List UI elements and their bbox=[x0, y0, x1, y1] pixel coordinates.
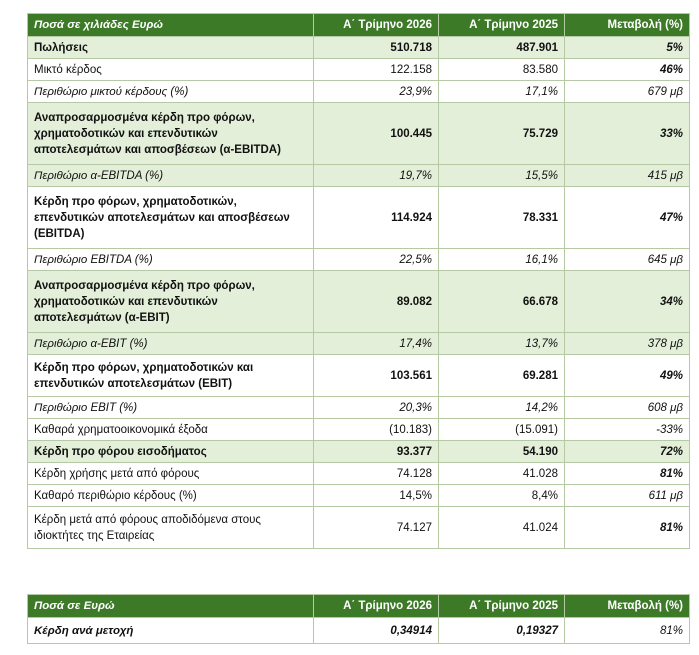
value-q1-2026: 19,7% bbox=[313, 164, 439, 187]
value-q1-2026: 23,9% bbox=[313, 80, 439, 103]
value-change: 46% bbox=[564, 58, 690, 81]
table-row: Περιθώριο EBIT (%) 20,3% 14,2% 608 μβ bbox=[27, 396, 690, 419]
row-label: Κέρδη μετά από φόρους αποδιδόμενα στους … bbox=[27, 506, 314, 549]
table-row: Καθαρά χρηματοοικονομικά έξοδα (10.183) (1… bbox=[27, 418, 690, 441]
value-change: 679 μβ bbox=[564, 80, 690, 103]
value-change: 81% bbox=[564, 506, 690, 549]
row-label: Κέρδη ανά μετοχή bbox=[27, 617, 314, 644]
value-q1-2026: 74.127 bbox=[313, 506, 439, 549]
header-q1-2026: Α΄ Τρίμηνο 2026 bbox=[313, 594, 439, 618]
value-q1-2026: 510.718 bbox=[313, 36, 439, 59]
table-row: Περιθώριο α-EBIT (%) 17,4% 13,7% 378 μβ bbox=[27, 332, 690, 355]
value-change: 608 μβ bbox=[564, 396, 690, 419]
table-row: Αναπροσαρμοσμένα κέρδη προ φόρων, χρηματ… bbox=[27, 270, 690, 333]
value-q1-2026: 89.082 bbox=[313, 270, 439, 333]
row-label: Κέρδη προ φόρων, χρηματοδοτικών, επενδυτ… bbox=[27, 186, 314, 249]
value-change: 645 μβ bbox=[564, 248, 690, 271]
value-q1-2025: 41.028 bbox=[438, 462, 565, 485]
row-label: Μικτό κέρδος bbox=[27, 58, 314, 81]
row-label: Κέρδη προ φόρου εισοδήματος bbox=[27, 440, 314, 463]
value-q1-2025: 13,7% bbox=[438, 332, 565, 355]
value-q1-2026: 22,5% bbox=[313, 248, 439, 271]
value-q1-2026: 74.128 bbox=[313, 462, 439, 485]
table-row: Κέρδη ανά μετοχή 0,34914 0,19327 81% bbox=[27, 617, 690, 644]
table-row: Μικτό κέρδος 122.158 83.580 46% bbox=[27, 58, 690, 81]
value-q1-2026: (10.183) bbox=[313, 418, 439, 441]
value-q1-2026: 20,3% bbox=[313, 396, 439, 419]
value-change: 5% bbox=[564, 36, 690, 59]
table-row: Κέρδη προ φόρου εισοδήματος 93.377 54.190 7… bbox=[27, 440, 690, 463]
value-change: 611 μβ bbox=[564, 484, 690, 507]
value-q1-2025: 0,19327 bbox=[438, 617, 565, 644]
value-q1-2025: 8,4% bbox=[438, 484, 565, 507]
value-q1-2026: 14,5% bbox=[313, 484, 439, 507]
value-q1-2025: 41.024 bbox=[438, 506, 565, 549]
header-q1-2025: Α΄ Τρίμηνο 2025 bbox=[438, 13, 565, 37]
value-q1-2026: 0,34914 bbox=[313, 617, 439, 644]
value-q1-2026: 103.561 bbox=[313, 354, 439, 397]
header-q1-2025: Α΄ Τρίμηνο 2025 bbox=[438, 594, 565, 618]
eps-table: Ποσά σε Ευρώ Α΄ Τρίμηνο 2026 Α΄ Τρίμηνο … bbox=[27, 594, 690, 644]
header-amounts-unit: Ποσά σε Ευρώ bbox=[27, 594, 314, 618]
value-change: 72% bbox=[564, 440, 690, 463]
table-row: Περιθώριο α-EBITDA (%) 19,7% 15,5% 415 μβ bbox=[27, 164, 690, 187]
row-label: Κέρδη χρήσης μετά από φόρους bbox=[27, 462, 314, 485]
value-q1-2025: 75.729 bbox=[438, 102, 565, 165]
section-heading bbox=[18, 0, 678, 5]
row-label: Αναπροσαρμοσμένα κέρδη προ φόρων, χρηματ… bbox=[27, 270, 314, 333]
value-change: 49% bbox=[564, 354, 690, 397]
value-change: 81% bbox=[564, 462, 690, 485]
value-change: 415 μβ bbox=[564, 164, 690, 187]
value-q1-2025: 487.901 bbox=[438, 36, 565, 59]
row-label: Κέρδη προ φόρων, χρηματοδοτικών και επεν… bbox=[27, 354, 314, 397]
header-change: Μεταβολή (%) bbox=[564, 594, 690, 618]
value-q1-2025: 69.281 bbox=[438, 354, 565, 397]
value-q1-2025: 15,5% bbox=[438, 164, 565, 187]
table-row: Πωλήσεις 510.718 487.901 5% bbox=[27, 36, 690, 59]
value-change: 34% bbox=[564, 270, 690, 333]
table-row: Περιθώριο μικτού κέρδους (%) 23,9% 17,1% 67… bbox=[27, 80, 690, 103]
table-row: Κέρδη μετά από φόρους αποδιδόμενα στους … bbox=[27, 506, 690, 549]
value-change: 81% bbox=[564, 617, 690, 644]
header-q1-2026: Α΄ Τρίμηνο 2026 bbox=[313, 13, 439, 37]
value-q1-2026: 122.158 bbox=[313, 58, 439, 81]
row-label: Περιθώριο EBITDA (%) bbox=[27, 248, 314, 271]
table-header-row: Ποσά σε Ευρώ Α΄ Τρίμηνο 2026 Α΄ Τρίμηνο … bbox=[27, 594, 690, 618]
header-amounts-unit: Ποσά σε χιλιάδες Ευρώ bbox=[27, 13, 314, 37]
value-q1-2025: 14,2% bbox=[438, 396, 565, 419]
row-label: Πωλήσεις bbox=[27, 36, 314, 59]
value-q1-2025: (15.091) bbox=[438, 418, 565, 441]
value-q1-2025: 83.580 bbox=[438, 58, 565, 81]
table-row: Κέρδη προ φόρων, χρηματοδοτικών και επεν… bbox=[27, 354, 690, 397]
value-change: 378 μβ bbox=[564, 332, 690, 355]
table-row: Κέρδη χρήσης μετά από φόρους 74.128 41.028… bbox=[27, 462, 690, 485]
row-label: Περιθώριο α-EBIT (%) bbox=[27, 332, 314, 355]
value-change: 33% bbox=[564, 102, 690, 165]
row-label: Καθαρό περιθώριο κέρδους (%) bbox=[27, 484, 314, 507]
table-row: Κέρδη προ φόρων, χρηματοδοτικών, επενδυτ… bbox=[27, 186, 690, 249]
value-q1-2025: 66.678 bbox=[438, 270, 565, 333]
row-label: Περιθώριο μικτού κέρδους (%) bbox=[27, 80, 314, 103]
value-q1-2025: 54.190 bbox=[438, 440, 565, 463]
value-q1-2026: 114.924 bbox=[313, 186, 439, 249]
value-q1-2026: 17,4% bbox=[313, 332, 439, 355]
value-q1-2025: 16,1% bbox=[438, 248, 565, 271]
table-row: Περιθώριο EBITDA (%) 22,5% 16,1% 645 μβ bbox=[27, 248, 690, 271]
value-change: 47% bbox=[564, 186, 690, 249]
header-change: Μεταβολή (%) bbox=[564, 13, 690, 37]
row-label: Περιθώριο α-EBITDA (%) bbox=[27, 164, 314, 187]
value-q1-2026: 93.377 bbox=[313, 440, 439, 463]
table-header-row: Ποσά σε χιλιάδες Ευρώ Α΄ Τρίμηνο 2026 Α΄… bbox=[27, 13, 690, 37]
value-q1-2025: 78.331 bbox=[438, 186, 565, 249]
row-label: Καθαρά χρηματοοικονομικά έξοδα bbox=[27, 418, 314, 441]
financial-results-table: Ποσά σε χιλιάδες Ευρώ Α΄ Τρίμηνο 2026 Α΄… bbox=[27, 13, 690, 549]
value-change: -33% bbox=[564, 418, 690, 441]
row-label: Περιθώριο EBIT (%) bbox=[27, 396, 314, 419]
table-row: Αναπροσαρμοσμένα κέρδη προ φόρων, χρηματ… bbox=[27, 102, 690, 165]
value-q1-2025: 17,1% bbox=[438, 80, 565, 103]
row-label: Αναπροσαρμοσμένα κέρδη προ φόρων, χρηματ… bbox=[27, 102, 314, 165]
value-q1-2026: 100.445 bbox=[313, 102, 439, 165]
table-row: Καθαρό περιθώριο κέρδους (%) 14,5% 8,4% 611… bbox=[27, 484, 690, 507]
